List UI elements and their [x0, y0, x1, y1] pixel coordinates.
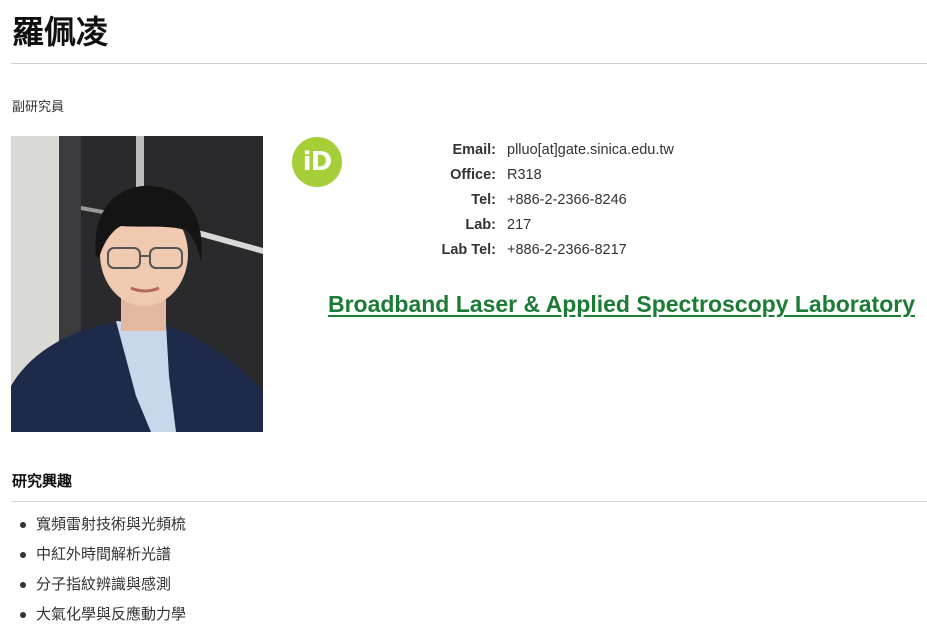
- contact-row-lab: Lab: 217: [420, 214, 674, 239]
- bullet-icon: [20, 582, 26, 588]
- profile-photo: [11, 136, 263, 432]
- email-value: plluo[at]gate.sinica.edu.tw: [507, 142, 674, 158]
- bullet-icon: [20, 612, 26, 618]
- contact-row-lab-tel: Lab Tel: +886-2-2366-8217: [420, 239, 674, 264]
- office-value: R318: [507, 167, 542, 183]
- research-interests-list: 寬頻雷射技術與光頻梳 中紅外時間解析光譜 分子指紋辨識與感測 大氣化學與反應動力…: [20, 510, 186, 630]
- title-divider: [11, 63, 927, 64]
- section-divider: [11, 501, 927, 502]
- research-interests-heading: 研究興趣: [12, 473, 73, 490]
- contact-row-email: Email: plluo[at]gate.sinica.edu.tw: [420, 139, 674, 164]
- page-title: 羅佩凌: [12, 13, 109, 51]
- lab-value: 217: [507, 217, 532, 233]
- interest-text: 寬頻雷射技術與光頻梳: [36, 516, 187, 533]
- list-item: 中紅外時間解析光譜: [20, 540, 186, 570]
- lab-tel-value: +886-2-2366-8217: [507, 242, 627, 258]
- lab-label: Lab:: [465, 217, 496, 233]
- lab-website-link[interactable]: Broadband Laser & Applied Spectroscopy L…: [328, 291, 915, 318]
- job-position: 副研究員: [12, 99, 65, 114]
- tel-value: +886-2-2366-8246: [507, 192, 627, 208]
- contact-row-office: Office: R318: [420, 164, 674, 189]
- interest-text: 中紅外時間解析光譜: [36, 546, 172, 563]
- email-label: Email:: [452, 142, 496, 158]
- interest-text: 分子指紋辨識與感測: [36, 576, 172, 593]
- bullet-icon: [20, 552, 26, 558]
- list-item: 分子指紋辨識與感測: [20, 570, 186, 600]
- orcid-icon[interactable]: iD: [292, 137, 342, 187]
- lab-tel-label: Lab Tel:: [441, 242, 496, 258]
- bullet-icon: [20, 522, 26, 528]
- contact-info: Email: plluo[at]gate.sinica.edu.tw Offic…: [420, 139, 674, 264]
- list-item: 寬頻雷射技術與光頻梳: [20, 510, 186, 540]
- tel-label: Tel:: [471, 192, 496, 208]
- interest-text: 大氣化學與反應動力學: [36, 606, 187, 623]
- list-item: 大氣化學與反應動力學: [20, 600, 186, 630]
- contact-row-tel: Tel: +886-2-2366-8246: [420, 189, 674, 214]
- office-label: Office:: [450, 167, 496, 183]
